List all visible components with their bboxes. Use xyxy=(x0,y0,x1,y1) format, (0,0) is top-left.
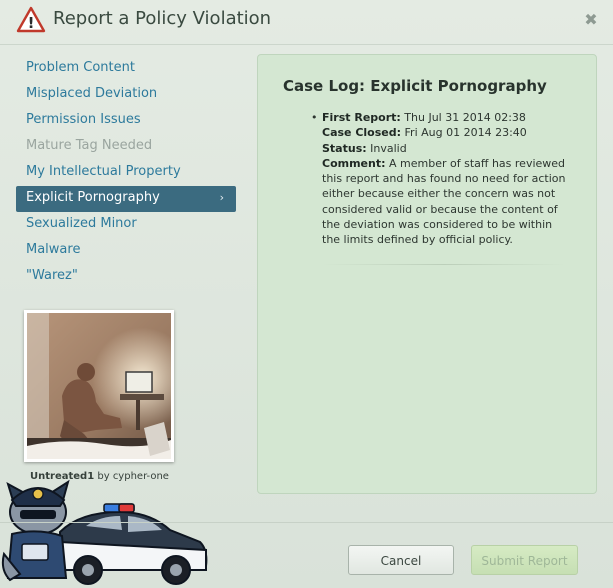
report-dialog: ! Report a Policy Violation ✖ Problem Co… xyxy=(0,0,613,588)
nav-item-label: Problem Content xyxy=(26,60,135,75)
nav-item-problem-content[interactable]: Problem Content xyxy=(16,56,236,82)
first-report-label: First Report: xyxy=(322,111,401,124)
case-closed-value: Fri Aug 01 2014 23:40 xyxy=(404,126,527,140)
comment-label: Comment: xyxy=(322,156,386,170)
nav-item-mature-tag-needed: Mature Tag Needed xyxy=(16,134,236,160)
cancel-button[interactable]: Cancel xyxy=(348,545,454,575)
nav-item-warez[interactable]: "Warez" xyxy=(16,264,236,290)
nav-item-label: Permission Issues xyxy=(26,112,141,127)
status-value: Invalid xyxy=(370,141,407,155)
nav-item-label: Misplaced Deviation xyxy=(26,86,158,101)
dialog-title: Report a Policy Violation xyxy=(53,8,272,29)
nav-item-misplaced-deviation[interactable]: Misplaced Deviation xyxy=(16,82,236,108)
case-closed-label: Case Closed: xyxy=(322,126,402,140)
comment-block: Comment: A member of staff has reviewed … xyxy=(322,156,568,248)
case-closed-line: Case Closed: Fri Aug 01 2014 23:40 xyxy=(322,125,568,140)
nav-item-label: Mature Tag Needed xyxy=(26,138,153,153)
nav-item-sexualized-minor[interactable]: Sexualized Minor xyxy=(16,212,236,238)
footer-divider xyxy=(0,522,613,523)
nav-item-malware[interactable]: Malware xyxy=(16,238,236,264)
nav-item-intellectual-property[interactable]: My Intellectual Property xyxy=(16,160,236,186)
dialog-header: ! Report a Policy Violation ✖ xyxy=(0,0,613,44)
close-icon[interactable]: ✖ xyxy=(583,12,599,28)
comment-value: A member of staff has reviewed this repo… xyxy=(322,156,566,247)
nav-item-permission-issues[interactable]: Permission Issues xyxy=(16,108,236,134)
nav-item-label: My Intellectual Property xyxy=(26,164,181,179)
warning-glyph: ! xyxy=(28,14,35,32)
nav-item-label: "Warez" xyxy=(26,268,78,283)
submit-report-button[interactable]: Submit Report xyxy=(471,545,578,575)
nav-item-label: Sexualized Minor xyxy=(26,216,137,231)
deviation-thumbnail[interactable] xyxy=(24,310,174,462)
status-label: Status: xyxy=(322,141,367,155)
case-divider xyxy=(322,264,566,265)
police-mascot-icon xyxy=(1,479,208,585)
header-divider xyxy=(0,44,613,45)
thumbnail-image xyxy=(27,313,171,459)
case-log-entry: • First Report: Thu Jul 31 2014 02:38 Ca… xyxy=(311,110,568,248)
nav-item-label: Explicit Pornography xyxy=(26,190,160,205)
case-log-title: Case Log: Explicit Pornography xyxy=(283,77,547,95)
case-log-panel: Case Log: Explicit Pornography • First R… xyxy=(257,54,597,494)
nav-item-explicit-pornography[interactable]: Explicit Pornography › xyxy=(16,186,236,212)
warning-icon: ! xyxy=(16,6,46,33)
violation-category-nav: Problem Content Misplaced Deviation Perm… xyxy=(16,56,236,290)
nav-item-label: Malware xyxy=(26,242,81,257)
first-report-value: Thu Jul 31 2014 02:38 xyxy=(404,111,526,124)
status-line: Status: Invalid xyxy=(322,141,568,156)
bullet-icon: • xyxy=(311,111,318,124)
chevron-right-icon: › xyxy=(219,191,224,204)
first-report-line: First Report: Thu Jul 31 2014 02:38 xyxy=(322,110,568,125)
